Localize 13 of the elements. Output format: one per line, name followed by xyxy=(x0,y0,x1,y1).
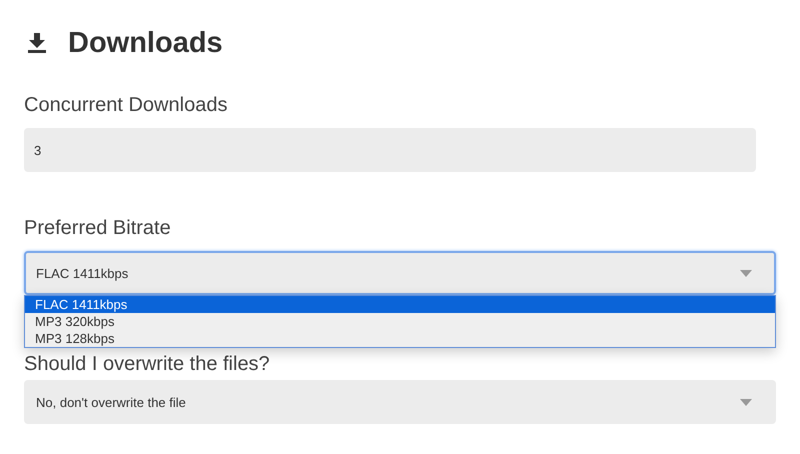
download-icon xyxy=(28,33,46,53)
dropdown-option[interactable]: MP3 128kbps xyxy=(25,330,775,347)
number-field[interactable]: 3 xyxy=(24,128,756,172)
dropdown-option[interactable]: MP3 320kbps xyxy=(25,313,775,330)
page-title: Downloads xyxy=(68,26,223,60)
dropdown-option[interactable]: FLAC 1411kbps xyxy=(25,296,775,313)
caret-icon xyxy=(740,398,752,406)
field-label: Should I overwrite the files? xyxy=(24,352,271,376)
field-label: Concurrent Downloads xyxy=(24,93,228,117)
select-field[interactable]: FLAC 1411kbps xyxy=(24,251,776,295)
field-label: Preferred Bitrate xyxy=(24,216,172,240)
caret-icon xyxy=(740,270,752,276)
select-field[interactable]: No, don't overwrite the file xyxy=(24,380,776,424)
